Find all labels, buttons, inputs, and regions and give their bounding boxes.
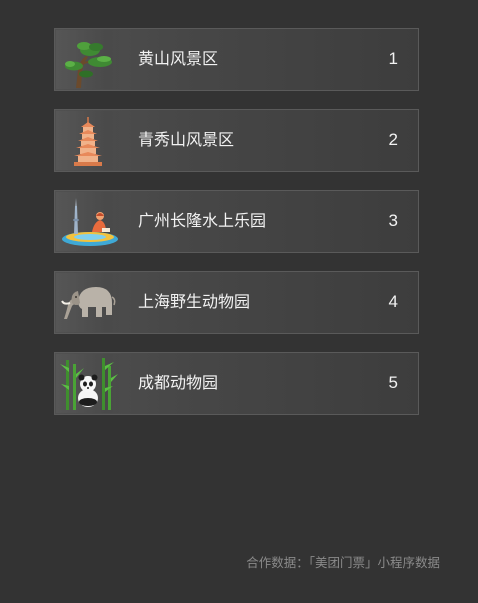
pine-tree-icon <box>56 30 128 89</box>
attraction-name: 上海野生动物园 <box>138 292 251 311</box>
rank-number: 4 <box>388 292 398 311</box>
attraction-name: 成都动物园 <box>138 373 219 392</box>
attraction-name: 黄山风景区 <box>138 49 219 68</box>
pagoda-icon <box>56 111 128 170</box>
data-source-note: 合作数据：「美团门票」小程序数据 <box>246 555 440 570</box>
rank-number: 3 <box>388 211 398 230</box>
ranking-item[interactable]: 广州长隆水上乐园 3 <box>54 190 419 253</box>
rank-number: 2 <box>388 130 398 149</box>
ranking-item[interactable]: 黄山风景区 1 <box>54 28 419 91</box>
rank-number: 1 <box>388 49 398 68</box>
ranking-item[interactable]: 成都动物园 5 <box>54 352 419 415</box>
rank-number: 5 <box>388 373 398 392</box>
panda-icon <box>56 354 128 413</box>
ranking-item[interactable]: 上海野生动物园 4 <box>54 271 419 334</box>
ranking-list: 黄山风景区 1 青秀山风景区 2 广州长隆水上乐园 3 上海野生动物园 4 成都… <box>54 28 419 433</box>
ranking-item[interactable]: 青秀山风景区 2 <box>54 109 419 172</box>
water-park-icon <box>56 192 128 251</box>
attraction-name: 广州长隆水上乐园 <box>138 211 267 230</box>
elephant-icon <box>56 273 128 332</box>
attraction-name: 青秀山风景区 <box>138 130 235 149</box>
